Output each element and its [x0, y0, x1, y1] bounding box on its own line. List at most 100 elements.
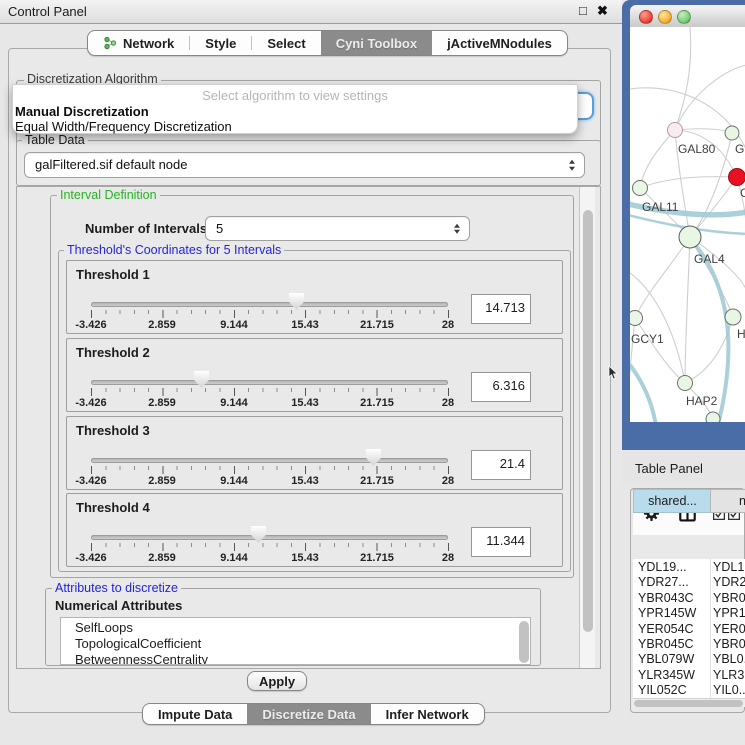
- numerical-attributes-list[interactable]: SelfLoops TopologicalCoefficient Between…: [60, 617, 531, 665]
- node-label-partial-h: H: [737, 327, 745, 341]
- cell-shared-name: YDL19...: [638, 560, 710, 575]
- table-row[interactable]: YER054CYER0...: [633, 622, 745, 637]
- tick-label: 21.715: [360, 475, 394, 487]
- threshold-1-label: Threshold 1: [76, 267, 150, 282]
- attributes-group-title: Attributes to discretize: [52, 582, 181, 595]
- algorithm-option-manual[interactable]: Manual Discretization: [13, 104, 577, 119]
- tick-label: 15.43: [291, 552, 319, 564]
- mouse-cursor: [608, 366, 618, 380]
- float-window-icon[interactable]: □: [579, 3, 587, 18]
- attribute-list-item[interactable]: SelfLoops: [61, 618, 530, 636]
- table-row[interactable]: YIL052CYIL0...: [633, 683, 745, 698]
- table-horizontal-scrollbar[interactable]: [633, 698, 745, 707]
- threshold-3-label: Threshold 3: [76, 423, 150, 438]
- table-row[interactable]: YLR345WYLR3...: [633, 668, 745, 683]
- tab-cyni-toolbox[interactable]: Cyni Toolbox: [321, 31, 432, 55]
- cell-shared-name: YPR145W: [638, 606, 710, 621]
- threshold-2-slider-track[interactable]: [91, 380, 448, 385]
- attributes-list-scrollbar-thumb[interactable]: [519, 621, 529, 663]
- tab-infer-network[interactable]: Infer Network: [371, 704, 484, 724]
- table-data-combo[interactable]: galFiltered.sif default node: [24, 152, 585, 178]
- column-header-shared-name[interactable]: shared...: [633, 489, 712, 513]
- threshold-1-slider-thumb[interactable]: [289, 293, 304, 310]
- close-window-icon[interactable]: ✖: [597, 3, 608, 19]
- minimize-traffic-light-icon[interactable]: [658, 10, 672, 24]
- close-traffic-light-icon[interactable]: [639, 10, 653, 24]
- tab-infer-network-label: Infer Network: [386, 707, 469, 722]
- tab-network-label: Network: [123, 36, 174, 51]
- node-label-partial-g: G: [735, 142, 744, 156]
- threshold-3-tick-marks: [91, 466, 449, 474]
- cell-shared-name: YER054C: [638, 622, 710, 637]
- threshold-4-value-field[interactable]: 11.344: [471, 527, 531, 557]
- node-selected-red[interactable]: [729, 169, 745, 186]
- table-scrollbar-thumb[interactable]: [634, 700, 743, 707]
- tick-label: 2.859: [148, 397, 176, 409]
- node-gal11[interactable]: [633, 181, 648, 196]
- zoom-traffic-light-icon[interactable]: [677, 10, 691, 24]
- node-hap2[interactable]: [678, 376, 693, 391]
- tab-jactivemnodules[interactable]: jActiveMNodules: [432, 31, 567, 55]
- tab-network[interactable]: Network: [88, 31, 189, 55]
- node-gal4[interactable]: [679, 226, 701, 248]
- threshold-1-slider-track[interactable]: [91, 302, 448, 307]
- tab-select[interactable]: Select: [252, 31, 320, 55]
- threshold-2-value-field[interactable]: 6.316: [471, 372, 531, 402]
- number-of-intervals-combo[interactable]: 5: [205, 216, 470, 241]
- node-gcy1[interactable]: [630, 311, 643, 326]
- settings-vertical-scrollbar[interactable]: [579, 187, 595, 668]
- table-panel-body: shared... na... YDL19...YDL1... YDR27...…: [630, 488, 745, 713]
- tab-impute-data[interactable]: Impute Data: [143, 704, 247, 724]
- numerical-attributes-label: Numerical Attributes: [55, 598, 182, 613]
- node-label-gcy1: GCY1: [631, 332, 664, 346]
- tab-discretize-data[interactable]: Discretize Data: [247, 704, 370, 724]
- table-row[interactable]: YPR145WYPR1...: [633, 606, 745, 621]
- node-gal80[interactable]: [668, 123, 683, 138]
- node-partial-h[interactable]: [725, 309, 741, 325]
- threshold-2-label: Threshold 2: [76, 345, 150, 360]
- screenshot-root: Control Panel □ ✖ Network Style Select C…: [0, 0, 745, 745]
- cell-shared-name: YIL052C: [638, 683, 710, 698]
- attribute-list-item[interactable]: TopologicalCoefficient: [61, 636, 530, 652]
- table-body[interactable]: YDL19...YDL1... YDR27...YDR2... YBR043CY…: [633, 559, 745, 698]
- table-row[interactable]: YBL079WYBL0...: [633, 652, 745, 667]
- control-panel-title: Control Panel: [8, 4, 87, 19]
- network-canvas[interactable]: GAL80 G C GAL11 GAL4 GCY1 H HAP2: [630, 27, 745, 422]
- algorithm-placeholder-option[interactable]: Select algorithm to view settings: [13, 85, 577, 104]
- apply-button[interactable]: Apply: [247, 671, 307, 691]
- column-header-name[interactable]: na...: [710, 489, 745, 513]
- cell-name: YPR1...: [713, 606, 745, 621]
- node-label-hap2: HAP2: [686, 394, 718, 408]
- tab-jactivemnodules-label: jActiveMNodules: [447, 36, 552, 51]
- threshold-4-label: Threshold 4: [76, 500, 150, 515]
- combo-spinner-icon: [569, 160, 575, 171]
- node-label-gal80: GAL80: [678, 142, 716, 156]
- tab-style[interactable]: Style: [190, 31, 251, 55]
- node-partial-g[interactable]: [725, 126, 739, 140]
- threshold-4-slider-track[interactable]: [91, 535, 448, 540]
- network-window-titlebar[interactable]: [630, 5, 745, 28]
- threshold-4-slider-thumb[interactable]: [251, 526, 266, 543]
- attribute-list-item[interactable]: BetweennessCentrality: [61, 652, 530, 665]
- control-panel-titlebar: Control Panel □ ✖: [0, 0, 622, 24]
- settings-scrollbar-thumb[interactable]: [583, 210, 593, 632]
- algorithm-option-equal-width[interactable]: Equal Width/Frequency Discretization: [13, 119, 577, 134]
- threshold-3-value-field[interactable]: 21.4: [471, 450, 531, 480]
- threshold-2-panel: Threshold 2 -3.426 2.859 9.144 15.43 21.…: [66, 338, 563, 412]
- node-label-gal11: GAL11: [642, 200, 679, 214]
- tab-style-label: Style: [205, 36, 236, 51]
- threshold-2-slider-thumb[interactable]: [194, 371, 209, 388]
- table-row[interactable]: YBR043CYBR0...: [633, 591, 745, 606]
- cell-shared-name: YBR043C: [638, 591, 710, 606]
- table-row[interactable]: YDR27...YDR2...: [633, 575, 745, 590]
- threshold-3-slider-thumb[interactable]: [366, 449, 381, 466]
- tick-label: 21.715: [360, 319, 394, 331]
- table-row[interactable]: YBR045CYBR0...: [633, 637, 745, 652]
- threshold-3-slider-track[interactable]: [91, 458, 448, 463]
- threshold-1-value-field[interactable]: 14.713: [471, 294, 531, 324]
- tick-label: 28: [442, 319, 454, 331]
- node-partial-bottom[interactable]: [706, 412, 720, 422]
- node-label-gal4: GAL4: [694, 252, 725, 266]
- table-row[interactable]: YDL19...YDL1...: [633, 560, 745, 575]
- tick-label: -3.426: [75, 397, 106, 409]
